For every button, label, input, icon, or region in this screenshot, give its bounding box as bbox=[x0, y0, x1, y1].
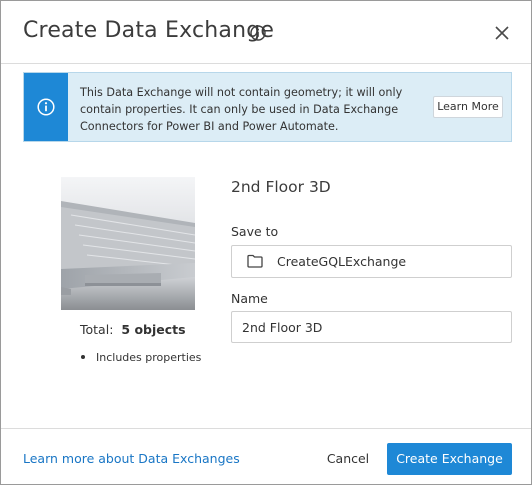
save-to-value: CreateGQLExchange bbox=[277, 254, 407, 269]
close-icon[interactable] bbox=[490, 21, 514, 45]
folder-icon bbox=[247, 254, 263, 268]
create-exchange-button[interactable]: Create Exchange bbox=[387, 443, 512, 475]
bullet-icon bbox=[81, 355, 85, 359]
save-to-field[interactable]: CreateGQLExchange bbox=[231, 245, 512, 278]
dialog-header: Create Data Exchange bbox=[1, 1, 531, 64]
info-banner: This Data Exchange will not contain geom… bbox=[23, 72, 512, 142]
dialog-footer: Learn more about Data Exchanges Cancel C… bbox=[1, 428, 531, 484]
name-input[interactable] bbox=[231, 311, 512, 343]
dialog-title: Create Data Exchange bbox=[23, 18, 275, 43]
model-thumbnail bbox=[61, 177, 195, 310]
learn-more-link[interactable]: Learn more about Data Exchanges bbox=[23, 451, 240, 466]
save-to-label: Save to bbox=[231, 224, 279, 239]
exchange-name-heading: 2nd Floor 3D bbox=[231, 178, 331, 196]
total-value: 5 objects bbox=[121, 322, 186, 337]
total-objects: Total: 5 objects bbox=[80, 322, 186, 337]
learn-more-button[interactable]: Learn More bbox=[433, 96, 503, 118]
info-circle-icon[interactable] bbox=[250, 25, 266, 41]
info-circle-icon bbox=[37, 98, 55, 116]
create-data-exchange-dialog: Create Data Exchange This Data Exchange … bbox=[0, 0, 532, 485]
name-label: Name bbox=[231, 291, 268, 306]
banner-accent bbox=[24, 73, 68, 141]
bullet-text: Includes properties bbox=[96, 351, 202, 364]
cancel-button[interactable]: Cancel bbox=[321, 443, 375, 475]
banner-message: This Data Exchange will not contain geom… bbox=[80, 86, 403, 133]
total-label: Total: bbox=[80, 322, 114, 337]
list-item: Includes properties bbox=[81, 351, 201, 364]
